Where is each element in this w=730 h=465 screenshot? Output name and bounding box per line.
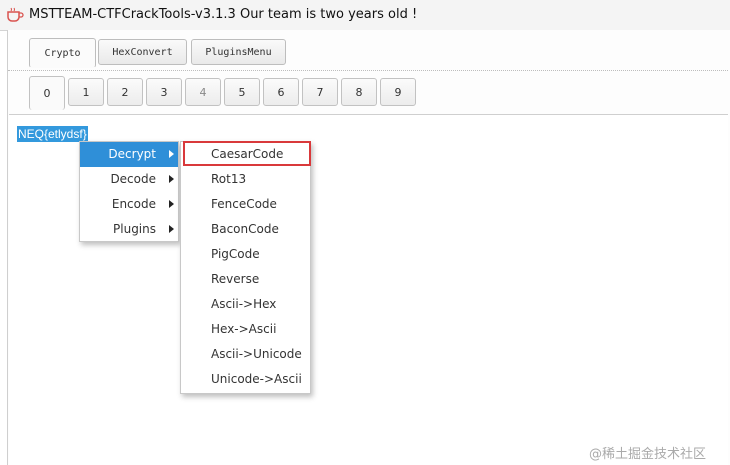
tab-label: 5 bbox=[238, 85, 246, 99]
chevron-right-icon bbox=[169, 200, 174, 208]
coffee-cup-icon bbox=[7, 7, 24, 22]
tab-pluginsmenu[interactable]: PluginsMenu bbox=[191, 39, 286, 65]
decrypt-submenu: CaesarCode Rot13 FenceCode BaconCode Pig… bbox=[180, 141, 311, 394]
tab-label: 4 bbox=[199, 85, 207, 99]
menu-item-decode[interactable]: Decode bbox=[80, 167, 178, 192]
menu-item-label: Decrypt bbox=[108, 147, 156, 161]
submenu-item-ascii-hex[interactable]: Ascii->Hex bbox=[181, 292, 310, 317]
menu-item-encode[interactable]: Encode bbox=[80, 192, 178, 217]
tab-label: 1 bbox=[82, 85, 90, 99]
tab-label: 3 bbox=[160, 85, 168, 99]
tab-crypto[interactable]: Crypto bbox=[29, 38, 96, 68]
context-menu: Decrypt Decode Encode Plugins bbox=[79, 141, 179, 242]
tab-label: 7 bbox=[316, 85, 324, 99]
submenu-item-ascii-unicode[interactable]: Ascii->Unicode bbox=[181, 342, 310, 367]
chevron-right-icon bbox=[169, 150, 174, 158]
watermark: @稀土掘金技术社区 bbox=[589, 447, 707, 462]
tab-2[interactable]: 2 bbox=[107, 78, 143, 106]
submenu-item-reverse[interactable]: Reverse bbox=[181, 267, 310, 292]
tab-0[interactable]: 0 bbox=[29, 76, 65, 110]
tab-divider bbox=[8, 70, 728, 71]
menu-item-plugins[interactable]: Plugins bbox=[80, 217, 178, 242]
tab-8[interactable]: 8 bbox=[341, 78, 377, 106]
tab-label: HexConvert bbox=[112, 46, 173, 58]
menu-item-label: Encode bbox=[111, 197, 156, 211]
tab-label: Crypto bbox=[44, 47, 81, 59]
submenu-item-unicode-ascii[interactable]: Unicode->Ascii bbox=[181, 367, 310, 392]
tab-5[interactable]: 5 bbox=[224, 78, 260, 106]
submenu-item-baconcode[interactable]: BaconCode bbox=[181, 217, 310, 242]
tab-label: 6 bbox=[277, 85, 285, 99]
chevron-right-icon bbox=[169, 175, 174, 183]
selected-text[interactable]: NEQ{etlydsf} bbox=[17, 126, 88, 142]
tab-4[interactable]: 4 bbox=[185, 78, 221, 106]
tab-6[interactable]: 6 bbox=[263, 78, 299, 106]
window-title: MSTTEAM-CTFCrackTools-v3.1.3 Our team is… bbox=[29, 7, 418, 22]
menu-item-decrypt[interactable]: Decrypt bbox=[80, 142, 178, 167]
tab-label: 8 bbox=[355, 85, 363, 99]
tab-label: 2 bbox=[121, 85, 129, 99]
submenu-item-fencecode[interactable]: FenceCode bbox=[181, 192, 310, 217]
tab-label: 0 bbox=[43, 87, 51, 100]
submenu-item-rot13[interactable]: Rot13 bbox=[181, 167, 310, 192]
title-bar: MSTTEAM-CTFCrackTools-v3.1.3 Our team is… bbox=[0, 0, 730, 31]
tab-label: PluginsMenu bbox=[205, 46, 272, 58]
submenu-item-pigcode[interactable]: PigCode bbox=[181, 242, 310, 267]
chevron-right-icon bbox=[169, 225, 174, 233]
menu-item-label: Plugins bbox=[113, 222, 156, 236]
menu-item-label: Decode bbox=[110, 172, 156, 186]
tab-label: 9 bbox=[394, 85, 402, 99]
tab-7[interactable]: 7 bbox=[302, 78, 338, 106]
tab-9[interactable]: 9 bbox=[380, 78, 416, 106]
tab-1[interactable]: 1 bbox=[68, 78, 104, 106]
tab-hexconvert[interactable]: HexConvert bbox=[98, 39, 187, 65]
submenu-item-hex-ascii[interactable]: Hex->Ascii bbox=[181, 317, 310, 342]
tab-3[interactable]: 3 bbox=[146, 78, 182, 106]
annotation-highlight-box bbox=[183, 141, 311, 166]
